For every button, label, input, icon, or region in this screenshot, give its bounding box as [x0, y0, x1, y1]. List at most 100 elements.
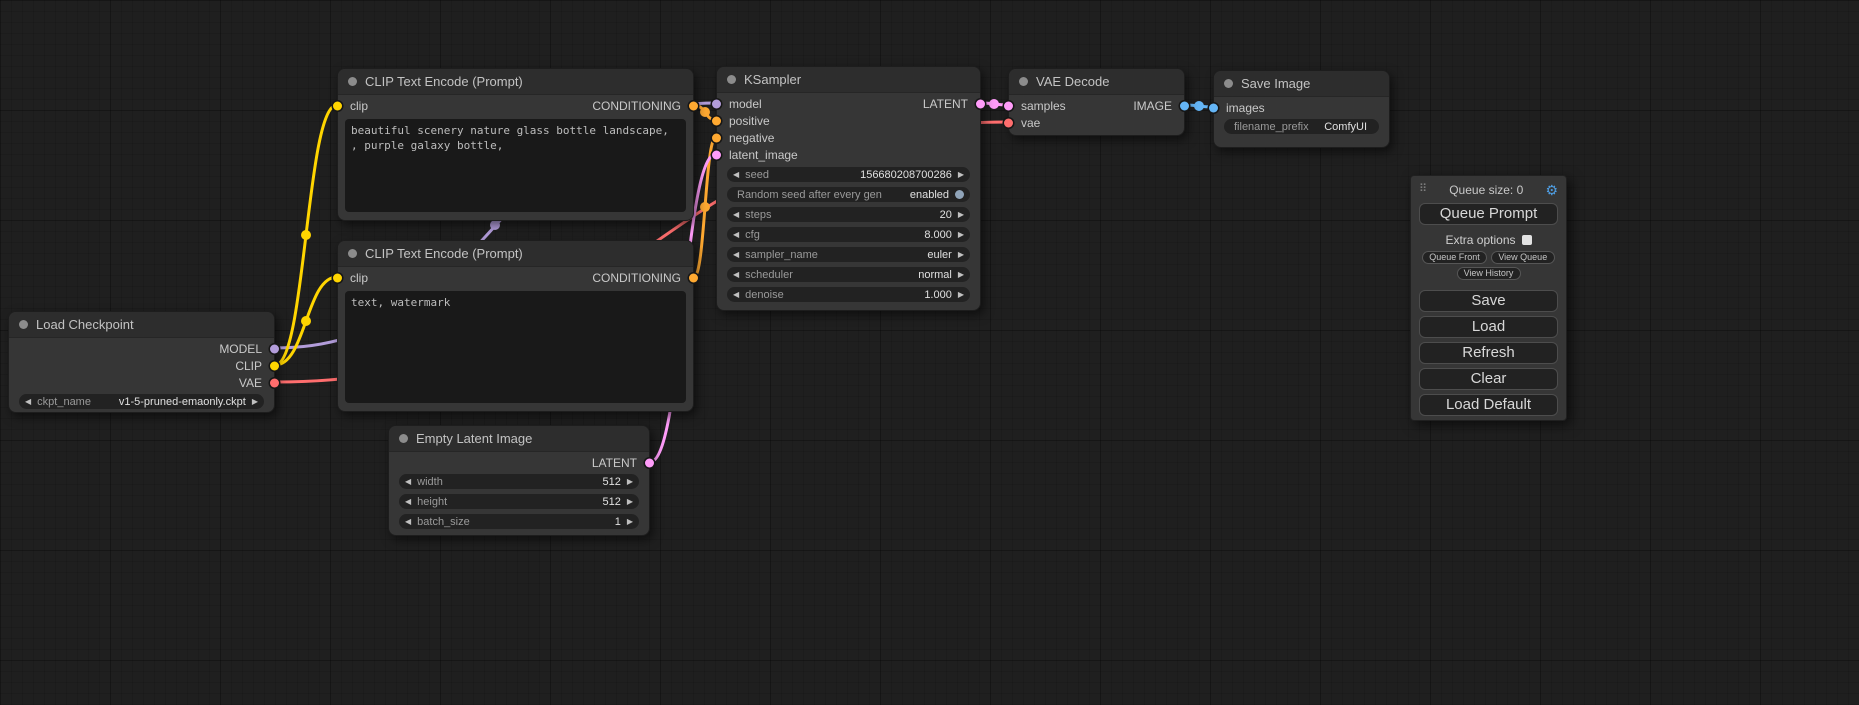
decrement-arrow-icon[interactable]: ◀	[733, 167, 739, 182]
images-input-dot[interactable]	[1209, 103, 1218, 112]
refresh-button[interactable]: Refresh	[1419, 342, 1558, 364]
vae-output-label: VAE	[239, 376, 262, 390]
samples-input-label: samples	[1021, 99, 1066, 113]
node-titlebar[interactable]: CLIP Text Encode (Prompt)	[338, 69, 693, 95]
latent-output-dot[interactable]	[645, 458, 654, 467]
widget-filename-prefix[interactable]: filename_prefix ComfyUI	[1224, 119, 1379, 134]
clip-input-dot[interactable]	[333, 273, 342, 282]
prompt-textarea[interactable]: beautiful scenery nature glass bottle la…	[345, 119, 686, 212]
extra-options-checkbox[interactable]	[1522, 235, 1532, 245]
node-clip-text-encode-negative[interactable]: CLIP Text Encode (Prompt) clip CONDITION…	[337, 240, 694, 412]
wire-dot	[1194, 101, 1204, 111]
node-save-image[interactable]: Save Image images filename_prefix ComfyU…	[1213, 70, 1390, 148]
view-history-button[interactable]: View History	[1457, 267, 1521, 280]
decrement-arrow-icon[interactable]: ◀	[405, 474, 411, 489]
latent-image-input-dot[interactable]	[712, 150, 721, 159]
samples-input-dot[interactable]	[1004, 101, 1013, 110]
settings-gear-icon[interactable]: ⚙	[1545, 183, 1558, 197]
wire-dot	[700, 107, 710, 117]
clip-input-dot[interactable]	[333, 101, 342, 110]
increment-arrow-icon[interactable]: ▶	[627, 514, 633, 529]
increment-arrow-icon[interactable]: ▶	[958, 167, 964, 182]
conditioning-output-dot[interactable]	[689, 273, 698, 282]
load-button[interactable]: Load	[1419, 316, 1558, 338]
collapse-dot[interactable]	[727, 75, 736, 84]
image-output-dot[interactable]	[1180, 101, 1189, 110]
model-input-dot[interactable]	[712, 99, 721, 108]
conditioning-output-dot[interactable]	[689, 101, 698, 110]
widget-seed[interactable]: ◀ seed 156680208700286 ▶	[727, 167, 970, 182]
widget-denoise[interactable]: ◀ denoise 1.000 ▶	[727, 287, 970, 302]
queue-front-button[interactable]: Queue Front	[1422, 251, 1487, 264]
increment-arrow-icon[interactable]: ▶	[627, 494, 633, 509]
drag-handle-icon[interactable]: ⠿	[1419, 184, 1427, 195]
vae-output-dot[interactable]	[270, 378, 279, 387]
widget-label: sampler_name	[745, 249, 818, 261]
prompt-textarea[interactable]: text, watermark	[345, 291, 686, 403]
positive-input-dot[interactable]	[712, 116, 721, 125]
queue-pill-row: Queue Front View Queue	[1419, 251, 1558, 264]
widget-cfg[interactable]: ◀ cfg 8.000 ▶	[727, 227, 970, 242]
node-canvas[interactable]: Load Checkpoint MODEL CLIP VAE ◀ ckpt_na…	[0, 0, 1859, 705]
increment-arrow-icon[interactable]: ▶	[252, 394, 258, 409]
toggle-knob[interactable]	[955, 190, 964, 199]
node-titlebar[interactable]: Empty Latent Image	[389, 426, 649, 452]
increment-arrow-icon[interactable]: ▶	[958, 227, 964, 242]
widget-label: height	[417, 496, 447, 508]
clip-output-dot[interactable]	[270, 361, 279, 370]
decrement-arrow-icon[interactable]: ◀	[733, 227, 739, 242]
save-button[interactable]: Save	[1419, 290, 1558, 312]
wire-clip-negative	[275, 277, 337, 365]
widget-batch-size[interactable]: ◀ batch_size 1 ▶	[399, 514, 639, 529]
widget-random-seed[interactable]: Random seed after every gen enabled	[727, 187, 970, 202]
node-empty-latent-image[interactable]: Empty Latent Image LATENT ◀ width 512 ▶ …	[388, 425, 650, 536]
widget-scheduler[interactable]: ◀ scheduler normal ▶	[727, 267, 970, 282]
widget-label: ckpt_name	[37, 396, 91, 408]
queue-panel-header: ⠿ Queue size: 0 ⚙	[1419, 182, 1558, 197]
node-titlebar[interactable]: VAE Decode	[1009, 69, 1184, 95]
decrement-arrow-icon[interactable]: ◀	[733, 267, 739, 282]
node-titlebar[interactable]: Load Checkpoint	[9, 312, 274, 338]
negative-input-dot[interactable]	[712, 133, 721, 142]
positive-input-label: positive	[729, 114, 770, 128]
node-titlebar[interactable]: CLIP Text Encode (Prompt)	[338, 241, 693, 267]
widget-steps[interactable]: ◀ steps 20 ▶	[727, 207, 970, 222]
widget-ckpt-name[interactable]: ◀ ckpt_name v1-5-pruned-emaonly.ckpt ▶	[19, 394, 264, 409]
collapse-dot[interactable]	[1224, 79, 1233, 88]
decrement-arrow-icon[interactable]: ◀	[405, 494, 411, 509]
view-queue-button[interactable]: View Queue	[1491, 251, 1555, 264]
conditioning-output-label: CONDITIONING	[592, 271, 681, 285]
clear-button[interactable]: Clear	[1419, 368, 1558, 390]
collapse-dot[interactable]	[399, 434, 408, 443]
collapse-dot[interactable]	[1019, 77, 1028, 86]
collapse-dot[interactable]	[348, 77, 357, 86]
increment-arrow-icon[interactable]: ▶	[627, 474, 633, 489]
node-ksampler[interactable]: KSampler model positive negative lat	[716, 66, 981, 311]
decrement-arrow-icon[interactable]: ◀	[733, 207, 739, 222]
increment-arrow-icon[interactable]: ▶	[958, 267, 964, 282]
widget-sampler-name[interactable]: ◀ sampler_name euler ▶	[727, 247, 970, 262]
increment-arrow-icon[interactable]: ▶	[958, 247, 964, 262]
decrement-arrow-icon[interactable]: ◀	[733, 247, 739, 262]
load-default-button[interactable]: Load Default	[1419, 394, 1558, 416]
node-load-checkpoint[interactable]: Load Checkpoint MODEL CLIP VAE ◀ ckpt_na…	[8, 311, 275, 413]
decrement-arrow-icon[interactable]: ◀	[25, 394, 31, 409]
latent-output-dot[interactable]	[976, 99, 985, 108]
widget-height[interactable]: ◀ height 512 ▶	[399, 494, 639, 509]
collapse-dot[interactable]	[348, 249, 357, 258]
decrement-arrow-icon[interactable]: ◀	[405, 514, 411, 529]
node-clip-text-encode-positive[interactable]: CLIP Text Encode (Prompt) clip CONDITION…	[337, 68, 694, 221]
node-titlebar[interactable]: KSampler	[717, 67, 980, 93]
increment-arrow-icon[interactable]: ▶	[958, 287, 964, 302]
queue-prompt-button[interactable]: Queue Prompt	[1419, 203, 1558, 225]
collapse-dot[interactable]	[19, 320, 28, 329]
increment-arrow-icon[interactable]: ▶	[958, 207, 964, 222]
node-titlebar[interactable]: Save Image	[1214, 71, 1389, 97]
model-output-dot[interactable]	[270, 344, 279, 353]
widget-width[interactable]: ◀ width 512 ▶	[399, 474, 639, 489]
decrement-arrow-icon[interactable]: ◀	[733, 287, 739, 302]
node-title: Save Image	[1241, 76, 1310, 91]
vae-input-dot[interactable]	[1004, 118, 1013, 127]
node-vae-decode[interactable]: VAE Decode samples vae IMAGE	[1008, 68, 1185, 136]
widget-value: ComfyUI	[1324, 121, 1367, 133]
